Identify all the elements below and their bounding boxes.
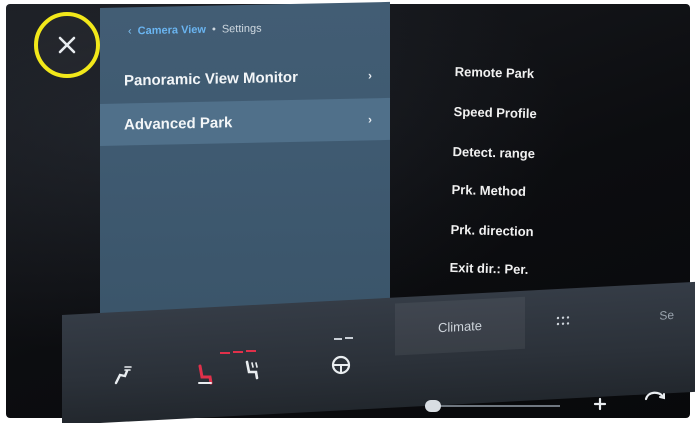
chevron-right-icon: › (368, 68, 372, 83)
steering-heat-icon (331, 355, 351, 375)
more-tab[interactable]: Se (602, 289, 682, 345)
apps-grid-button[interactable] (528, 293, 598, 349)
heated-seat-right-button[interactable] (236, 356, 266, 386)
close-icon (58, 36, 76, 54)
chevron-left-icon[interactable]: ‹ (128, 25, 132, 37)
heat-level-indicator (246, 350, 256, 352)
heat-level-indicator (220, 352, 230, 354)
option-exit-direction[interactable]: Exit dir.: Per. (449, 260, 528, 277)
climate-label: Climate (437, 317, 483, 335)
option-park-method[interactable]: Prk. Method (451, 182, 526, 199)
fan-slider-track[interactable] (440, 405, 560, 407)
seat-airflow-icon (114, 366, 132, 385)
photo-frame: ‹ Camera View • Settings Panoramic View … (0, 0, 695, 423)
heat-level-indicator (334, 338, 342, 340)
heated-seat-left-button[interactable] (190, 360, 220, 390)
option-detect-range[interactable]: Detect. range (452, 144, 535, 161)
menu-item-label: Advanced Park (124, 113, 233, 133)
menu-item-panoramic-view-monitor[interactable]: Panoramic View Monitor › (100, 54, 390, 102)
seat-airflow-button[interactable] (108, 360, 138, 390)
advanced-park-options: Remote Park Speed Profile Detect. range … (449, 60, 655, 305)
settings-panel: ‹ Camera View • Settings Panoramic View … (100, 1, 390, 339)
breadcrumb-current: Settings (221, 22, 262, 36)
plus-button[interactable] (588, 392, 612, 416)
option-park-direction[interactable]: Prk. direction (450, 222, 533, 239)
menu-item-label: Panoramic View Monitor (124, 68, 298, 89)
chevron-right-icon: › (368, 112, 372, 127)
option-speed-profile[interactable]: Speed Profile (453, 104, 536, 121)
plus-icon (593, 397, 607, 411)
steering-heat-button[interactable] (326, 350, 356, 380)
heat-level-indicator (345, 337, 353, 339)
breadcrumb-camera-view[interactable]: Camera View (138, 24, 206, 37)
heated-seat-left-icon (198, 364, 213, 385)
heated-seat-right-icon (245, 360, 259, 380)
breadcrumb-separator: • (211, 23, 216, 36)
breadcrumb: ‹ Camera View • Settings (128, 23, 262, 38)
close-button[interactable] (34, 12, 100, 78)
recirculation-button[interactable] (640, 384, 670, 408)
option-remote-park[interactable]: Remote Park (455, 64, 535, 81)
apps-grid-icon (556, 316, 570, 326)
climate-tab[interactable]: Climate (395, 296, 525, 356)
more-label: Se (659, 307, 674, 323)
menu-item-advanced-park[interactable]: Advanced Park › (100, 97, 390, 146)
fan-slider-knob[interactable] (425, 400, 441, 412)
recirculation-icon (644, 391, 665, 401)
heat-level-indicator (233, 351, 243, 353)
